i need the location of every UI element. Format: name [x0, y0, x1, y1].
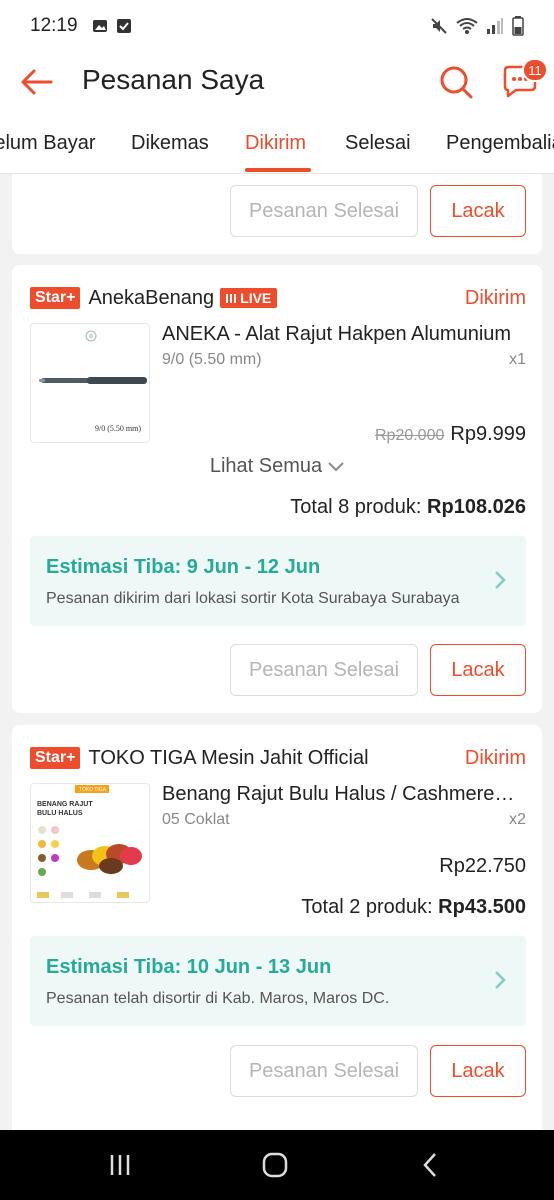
- chevron-right-icon: [495, 571, 506, 589]
- chevron-left-icon: [423, 1153, 436, 1177]
- home-button[interactable]: [255, 1147, 295, 1183]
- product-image[interactable]: TOKO TIGA BENANG RAJUT BULU HALUS: [30, 783, 150, 903]
- live-bars-icon: [226, 293, 237, 303]
- signal-icon: [487, 18, 503, 34]
- chat-button[interactable]: 11: [498, 58, 548, 104]
- shop-row: Star+ AnekaBenang LIVE Dikirim: [30, 283, 526, 313]
- tab-selesai[interactable]: Selesai: [345, 132, 411, 155]
- price-row: Rp20.000 Rp9.999: [375, 423, 526, 446]
- product-variant: 9/0 (5.50 mm): [162, 351, 262, 368]
- page-title: Pesanan Saya: [82, 64, 265, 95]
- status-time: 12:19: [30, 15, 78, 36]
- eta-box[interactable]: Estimasi Tiba: 9 Jun - 12 Jun Pesanan di…: [30, 536, 526, 626]
- arrow-left-icon: [21, 69, 53, 95]
- complete-order-button[interactable]: Pesanan Selesai: [230, 185, 418, 237]
- price-current: Rp9.999: [450, 423, 526, 445]
- order-tabs: Belum Bayar Dikemas Dikirim Selesai Peng…: [0, 112, 554, 174]
- star-plus-badge: Star+: [30, 747, 81, 769]
- tab-belum-bayar[interactable]: Belum Bayar: [0, 132, 96, 155]
- product-variant: 05 Coklat: [162, 811, 230, 828]
- back-nav-button[interactable]: [410, 1147, 450, 1183]
- status-right: [430, 16, 524, 36]
- check-icon: [116, 19, 131, 33]
- crochet-hook-image: 9/0 (5.50 mm): [39, 330, 147, 433]
- order-card-partial: Pesanan Selesai Lacak: [12, 174, 542, 254]
- tab-active-indicator: [245, 168, 311, 172]
- tab-pengembalian[interactable]: Pengembalian: [446, 132, 554, 155]
- eta-title: Estimasi Tiba: 10 Jun - 13 Jun: [46, 956, 332, 978]
- track-button[interactable]: Lacak: [430, 185, 526, 237]
- track-button[interactable]: Lacak: [430, 644, 526, 696]
- order-total: Total 2 produk: Rp43.500: [301, 896, 526, 919]
- eta-box[interactable]: Estimasi Tiba: 10 Jun - 13 Jun Pesanan t…: [30, 936, 526, 1026]
- thumb-title-2: BULU HALUS: [37, 810, 83, 817]
- tab-dikirim[interactable]: Dikirim: [245, 132, 306, 155]
- system-nav-bar: [0, 1130, 554, 1200]
- price-row: Rp22.750: [439, 855, 526, 878]
- order-list: Pesanan Selesai Lacak Star+ AnekaBenang …: [0, 174, 554, 1130]
- product-qty: x2: [509, 811, 526, 828]
- eta-desc: Pesanan telah disortir di Kab. Maros, Ma…: [46, 990, 390, 1007]
- yarn-product-image: TOKO TIGA BENANG RAJUT BULU HALUS: [37, 785, 142, 898]
- eta-desc: Pesanan dikirim dari lokasi sortir Kota …: [46, 590, 460, 607]
- price-current: Rp22.750: [439, 855, 526, 877]
- chevron-right-icon: [495, 971, 506, 989]
- tab-dikemas[interactable]: Dikemas: [131, 132, 209, 155]
- shop-name[interactable]: AnekaBenang: [88, 287, 214, 310]
- recent-apps-button[interactable]: [100, 1147, 140, 1183]
- search-icon: [440, 66, 473, 99]
- total-value: Rp108.026: [427, 496, 526, 518]
- live-label: LIVE: [240, 290, 272, 306]
- total-label: Total 8 produk:: [290, 496, 422, 518]
- product-name[interactable]: ANEKA - Alat Rajut Hakpen Alumunium: [162, 323, 518, 346]
- chevron-down-icon: [328, 461, 344, 471]
- mute-icon: [431, 18, 447, 34]
- order-status: Dikirim: [464, 286, 526, 309]
- see-all-button[interactable]: Lihat Semua: [12, 455, 542, 478]
- battery-icon: [512, 16, 524, 36]
- thumb-caption: 9/0 (5.50 mm): [95, 424, 141, 433]
- track-button[interactable]: Lacak: [430, 1045, 526, 1097]
- product-qty: x1: [509, 351, 526, 368]
- order-status: Dikirim: [464, 746, 526, 769]
- product-image[interactable]: 9/0 (5.50 mm): [30, 323, 150, 443]
- shop-name[interactable]: TOKO TIGA Mesin Jahit Official: [88, 747, 368, 770]
- status-bar: 12:19: [0, 0, 554, 52]
- complete-order-button[interactable]: Pesanan Selesai: [230, 644, 418, 696]
- eta-title: Estimasi Tiba: 9 Jun - 12 Jun: [46, 556, 321, 578]
- app-header: Pesanan Saya 11: [0, 52, 554, 112]
- star-plus-badge: Star+: [30, 287, 81, 309]
- shop-row: Star+ TOKO TIGA Mesin Jahit Official Dik…: [30, 743, 526, 773]
- chat-badge: 11: [522, 58, 548, 82]
- order-card: Star+ TOKO TIGA Mesin Jahit Official Dik…: [12, 725, 542, 1130]
- total-value: Rp43.500: [438, 896, 526, 918]
- order-total: Total 8 produk: Rp108.026: [290, 496, 526, 519]
- recent-apps-icon: [110, 1155, 130, 1175]
- thumb-tag: TOKO TIGA: [79, 787, 107, 793]
- total-label: Total 2 produk:: [301, 896, 433, 918]
- back-button[interactable]: [16, 62, 56, 102]
- see-all-label: Lihat Semua: [209, 455, 323, 477]
- thumb-title-1: BENANG RAJUT: [37, 801, 93, 808]
- order-card: Star+ AnekaBenang LIVE Dikirim 9/0 (5.50…: [12, 265, 542, 713]
- wifi-icon: [456, 18, 478, 34]
- home-icon: [262, 1152, 288, 1178]
- product-name[interactable]: Benang Rajut Bulu Halus / Cashmere Yarn: [162, 783, 518, 806]
- live-badge[interactable]: LIVE: [220, 288, 278, 308]
- complete-order-button[interactable]: Pesanan Selesai: [230, 1045, 418, 1097]
- search-button[interactable]: [436, 60, 476, 104]
- price-original: Rp20.000: [374, 427, 445, 444]
- gallery-icon: [92, 20, 107, 32]
